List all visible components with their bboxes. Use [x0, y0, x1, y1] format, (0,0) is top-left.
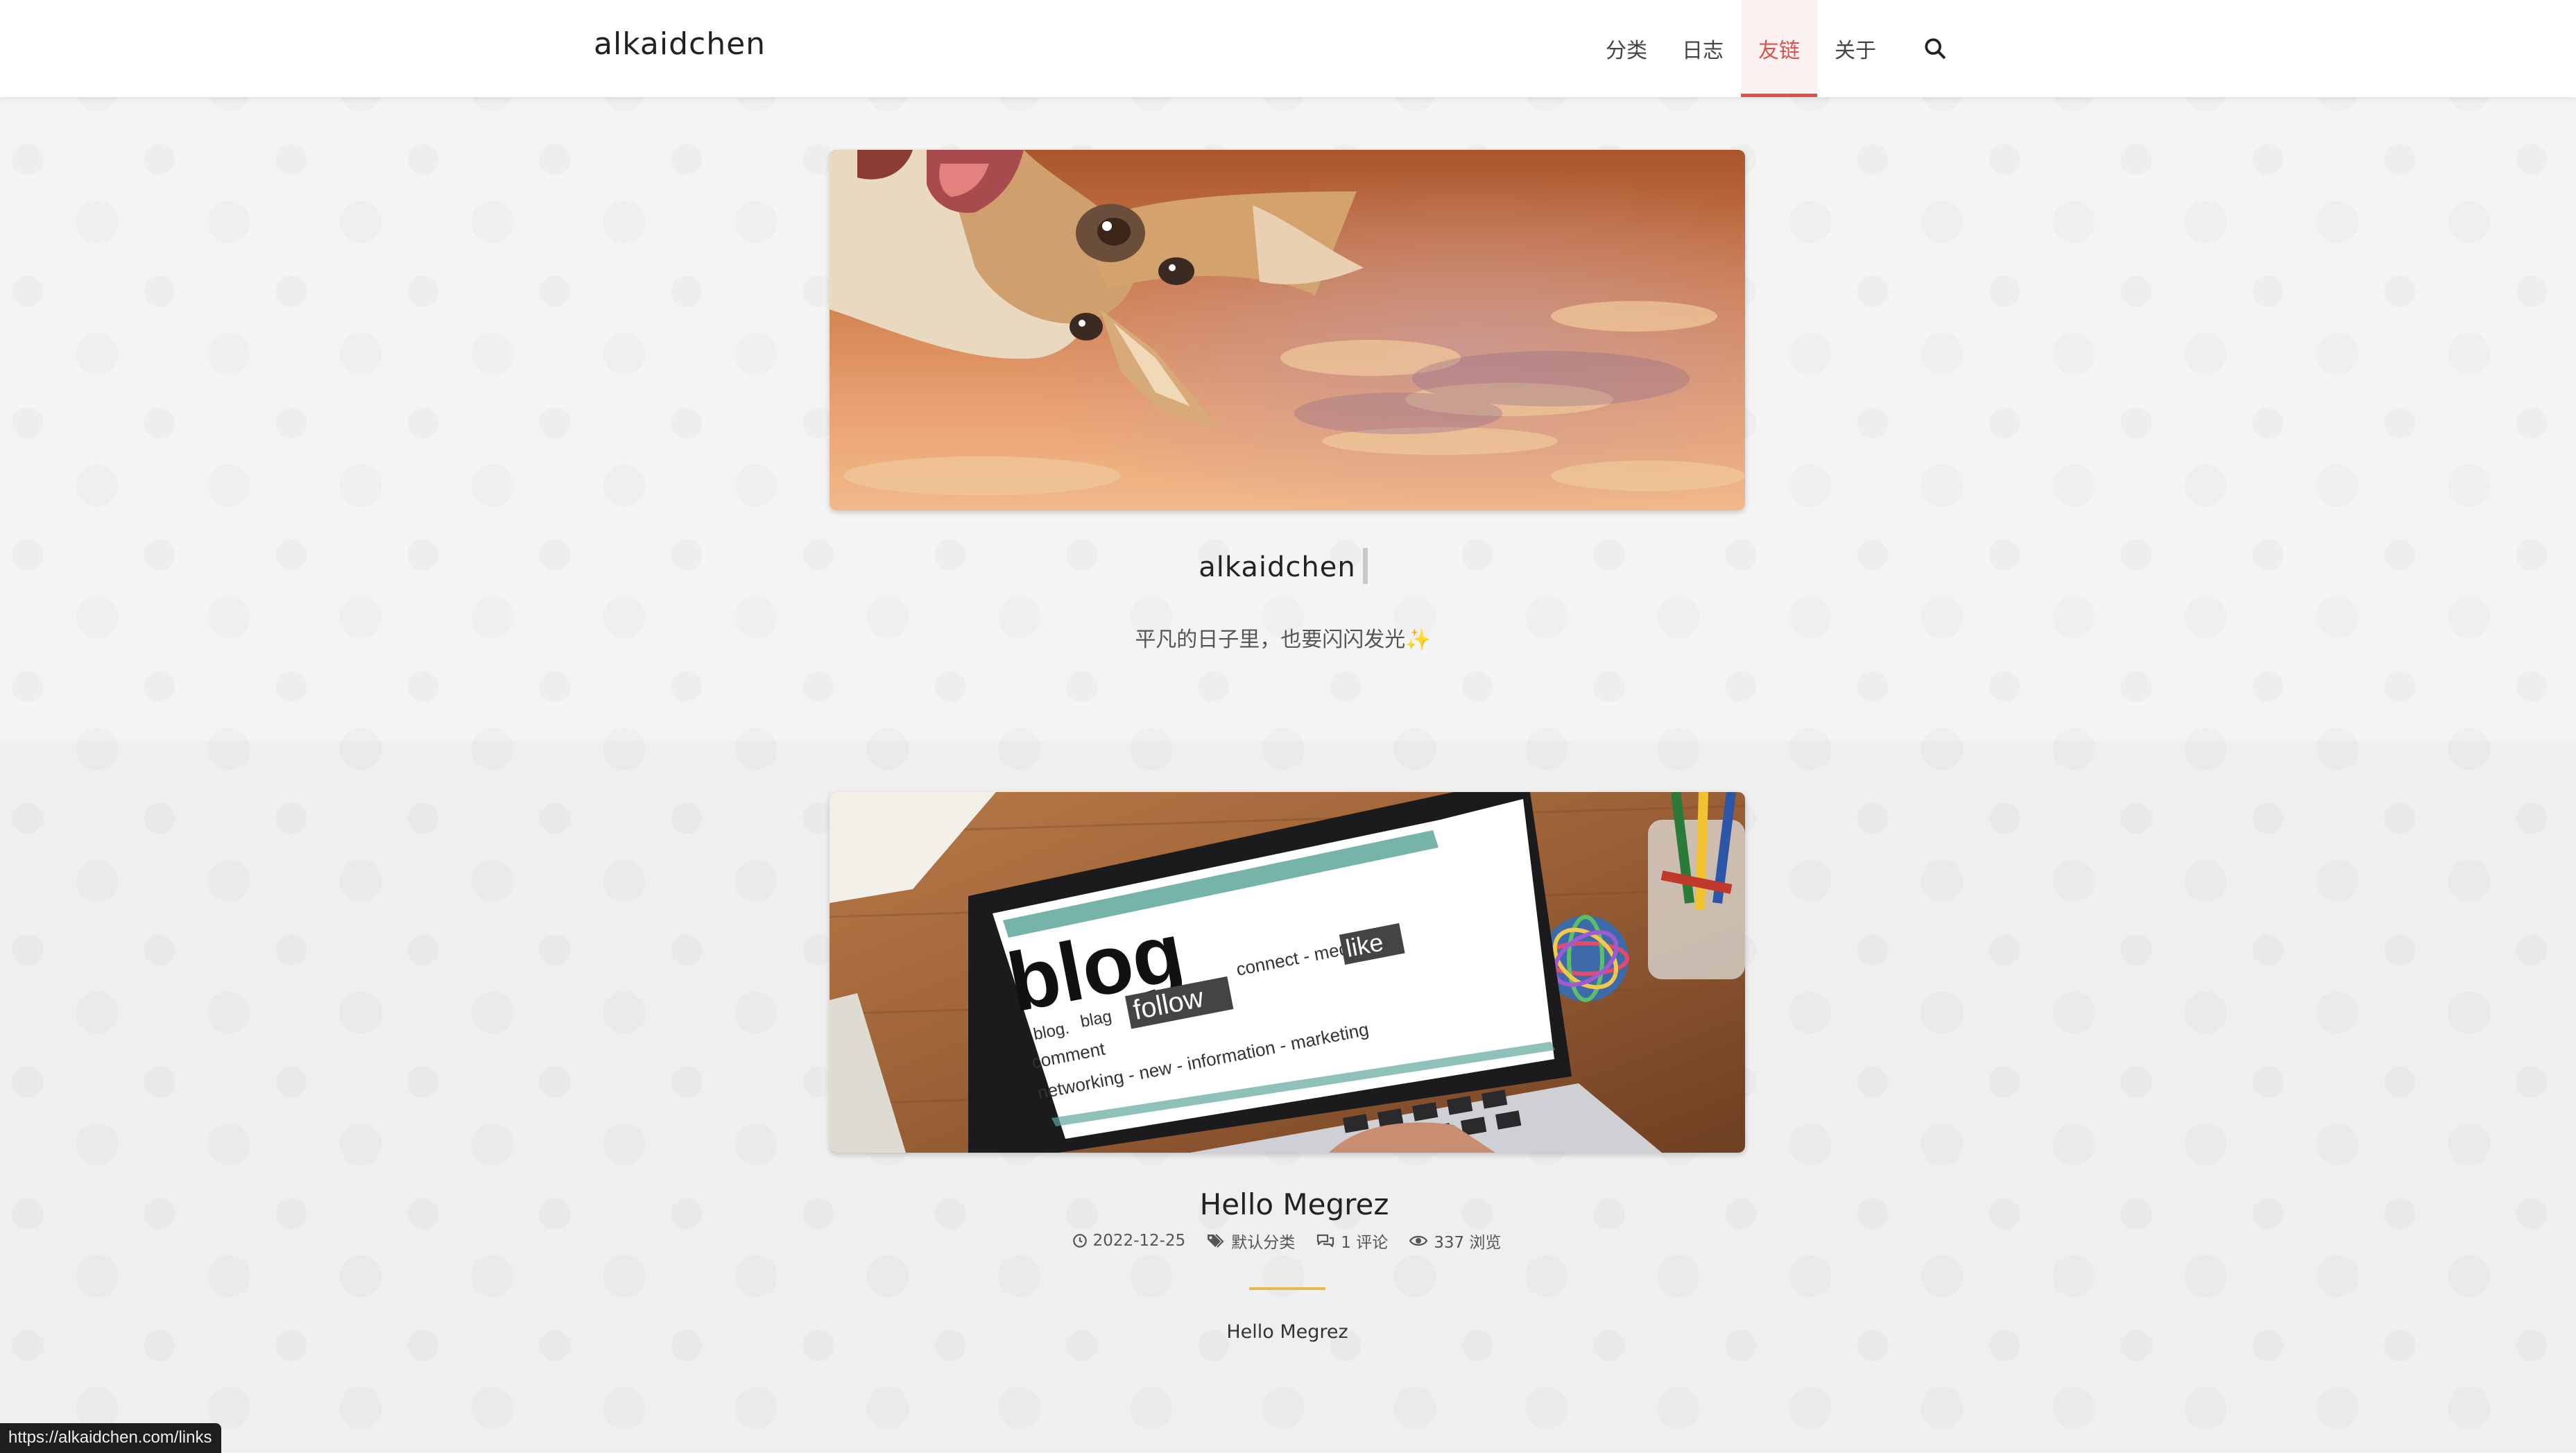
nav-item-links[interactable]: 友链	[1741, 0, 1817, 97]
hero-title: alkaidchen	[1110, 548, 1457, 584]
post-cover-image[interactable]: blog blog. blag follow connect - media l…	[830, 792, 1745, 1153]
comments-icon	[1317, 1234, 1334, 1248]
eye-icon	[1409, 1235, 1428, 1246]
search-icon	[1925, 38, 1946, 59]
clock-icon	[1072, 1234, 1087, 1248]
nav-item-categories[interactable]: 分类	[1588, 0, 1665, 97]
post-divider	[1249, 1287, 1325, 1290]
tags-icon	[1208, 1234, 1224, 1248]
post-comments-text[interactable]: 1 评论	[1341, 1229, 1388, 1253]
post-date: 2022-12-25	[1072, 1232, 1186, 1250]
status-bar-url: https://alkaidchen.com/links	[0, 1423, 222, 1453]
site-brand[interactable]: alkaidchen	[594, 26, 766, 62]
post-date-text: 2022-12-25	[1092, 1232, 1186, 1250]
site-header: alkaidchen 分类 日志 友链 关于	[0, 0, 2576, 97]
post-category-text[interactable]: 默认分类	[1231, 1229, 1295, 1253]
nav-item-journal[interactable]: 日志	[1665, 0, 1741, 97]
post-category[interactable]: 默认分类	[1206, 1229, 1295, 1253]
nav-item-about[interactable]: 关于	[1817, 0, 1894, 97]
post-comments[interactable]: 1 评论	[1316, 1229, 1388, 1253]
typing-cursor	[1362, 548, 1368, 584]
hero-banner-image	[830, 150, 1745, 510]
main-nav: 分类 日志 友链 关于	[1588, 0, 1977, 97]
post-views-text: 337 浏览	[1434, 1234, 1502, 1252]
post-views: 337 浏览	[1409, 1229, 1501, 1253]
post-meta: 2022-12-25 默认分类 1 评论 337 浏览	[971, 1229, 1602, 1253]
search-button[interactable]	[1894, 0, 1977, 97]
post-title[interactable]: Hello Megrez	[1079, 1187, 1509, 1221]
post-excerpt: Hello Megrez	[1226, 1321, 1348, 1343]
hero-subtitle: 平凡的日子里，也要闪闪发光✨	[1135, 628, 1432, 652]
